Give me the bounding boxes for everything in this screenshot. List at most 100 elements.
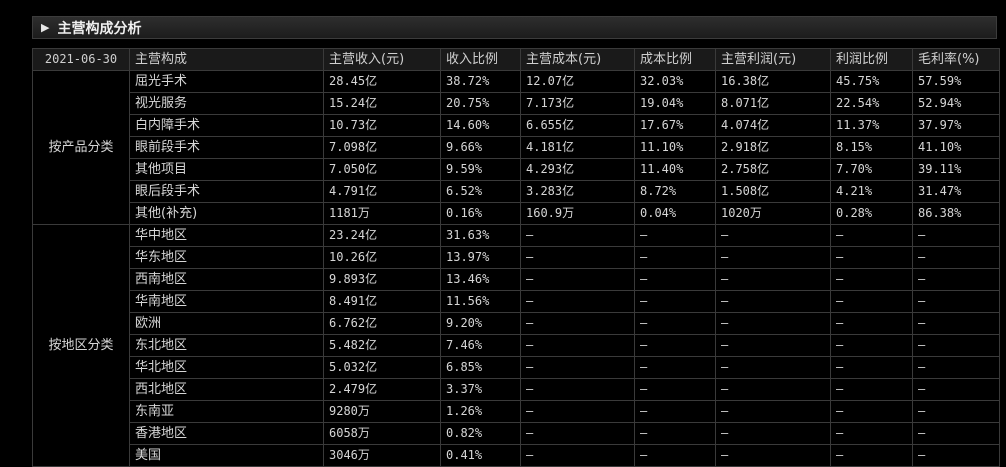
value-cell: 38.72% (440, 70, 521, 93)
value-cell: — (715, 422, 831, 445)
value-cell: 22.54% (830, 92, 913, 115)
value-cell: 0.82% (440, 422, 521, 445)
value-cell: — (912, 290, 1000, 313)
value-cell: — (520, 334, 635, 357)
table-row: 西南地区 9.893亿 13.46% — — — — — (33, 268, 1000, 291)
value-cell: 0.28% (830, 202, 913, 225)
value-cell: 7.098亿 (323, 136, 441, 159)
value-cell: 11.37% (830, 114, 913, 137)
value-cell: 31.47% (912, 180, 1000, 203)
column-header[interactable]: 主营构成 (129, 48, 324, 71)
value-cell: — (715, 400, 831, 423)
value-cell: 1.508亿 (715, 180, 831, 203)
value-cell: 45.75% (830, 70, 913, 93)
column-header[interactable]: 收入比例 (440, 48, 521, 71)
value-cell: — (715, 246, 831, 269)
section-header[interactable]: ▶ 主营构成分析 (32, 16, 997, 39)
value-cell: 10.73亿 (323, 114, 441, 137)
value-cell: — (520, 224, 635, 247)
value-cell: 0.41% (440, 444, 521, 467)
value-cell: 4.21% (830, 180, 913, 203)
value-cell: 7.46% (440, 334, 521, 357)
value-cell: — (912, 378, 1000, 401)
value-cell: 16.38亿 (715, 70, 831, 93)
value-cell: 11.10% (634, 136, 716, 159)
value-cell: — (830, 356, 913, 379)
value-cell: — (634, 246, 716, 269)
value-cell: 39.11% (912, 158, 1000, 181)
table-row: 华南地区 8.491亿 11.56% — — — — — (33, 290, 1000, 313)
segment-name-cell: 其他项目 (129, 158, 324, 181)
value-cell: — (520, 444, 635, 467)
value-cell: 32.03% (634, 70, 716, 93)
value-cell: 4.074亿 (715, 114, 831, 137)
value-cell: 13.46% (440, 268, 521, 291)
value-cell: 86.38% (912, 202, 1000, 225)
value-cell: — (715, 378, 831, 401)
value-cell: 6.762亿 (323, 312, 441, 335)
value-cell: — (912, 268, 1000, 291)
value-cell: 9.66% (440, 136, 521, 159)
value-cell: — (520, 356, 635, 379)
value-cell: 3.283亿 (520, 180, 635, 203)
value-cell: — (830, 268, 913, 291)
value-cell: — (912, 444, 1000, 467)
value-cell: 6.85% (440, 356, 521, 379)
report-date: 2021-06-30 (32, 48, 130, 71)
table-row: 美国 3046万 0.41% — — — — — (33, 444, 1000, 467)
value-cell: — (520, 312, 635, 335)
table-row: 其他(补充) 1181万 0.16% 160.9万 0.04% 1020万 0.28% 86.… (33, 202, 1000, 225)
value-cell: — (520, 422, 635, 445)
value-cell: — (912, 422, 1000, 445)
value-cell: — (830, 246, 913, 269)
column-header[interactable]: 主营成本(元) (520, 48, 635, 71)
table-row: 东南亚 9280万 1.26% — — — — — (33, 400, 1000, 423)
value-cell: 12.07亿 (520, 70, 635, 93)
table-row: 华北地区 5.032亿 6.85% — — — — — (33, 356, 1000, 379)
group-label: 按产品分类 (32, 70, 130, 225)
table-row: 眼前段手术 7.098亿 9.66% 4.181亿 11.10% 2.918亿 8.15% 4… (33, 136, 1000, 159)
value-cell: — (912, 312, 1000, 335)
value-cell: 20.75% (440, 92, 521, 115)
value-cell: — (634, 290, 716, 313)
value-cell: — (634, 356, 716, 379)
value-cell: 1181万 (323, 202, 441, 225)
table-row: 按地区分类 华中地区 23.24亿 31.63% — — — — — (32, 224, 1000, 467)
column-header[interactable]: 毛利率(%) (912, 48, 1000, 71)
segment-name-cell: 美国 (129, 444, 324, 467)
segment-name-cell: 眼前段手术 (129, 136, 324, 159)
value-cell: — (912, 246, 1000, 269)
value-cell: 11.40% (634, 158, 716, 181)
table-row: 眼后段手术 4.791亿 6.52% 3.283亿 8.72% 1.508亿 4.21% 31… (33, 180, 1000, 203)
column-header[interactable]: 利润比例 (830, 48, 913, 71)
segment-name-cell: 西北地区 (129, 378, 324, 401)
column-header[interactable]: 主营收入(元) (323, 48, 441, 71)
value-cell: — (634, 422, 716, 445)
column-header[interactable]: 成本比例 (634, 48, 716, 71)
value-cell: 14.60% (440, 114, 521, 137)
value-cell: 7.70% (830, 158, 913, 181)
value-cell: — (634, 334, 716, 357)
value-cell: 6.52% (440, 180, 521, 203)
value-cell: — (634, 268, 716, 291)
table-row: 欧洲 6.762亿 9.20% — — — — — (33, 312, 1000, 335)
segment-name-cell: 欧洲 (129, 312, 324, 335)
value-cell: — (715, 290, 831, 313)
value-cell: 10.26亿 (323, 246, 441, 269)
value-cell: 9.893亿 (323, 268, 441, 291)
value-cell: 1020万 (715, 202, 831, 225)
value-cell: 2.479亿 (323, 378, 441, 401)
segment-name-cell: 东南亚 (129, 400, 324, 423)
triangle-right-icon[interactable]: ▶ (41, 21, 49, 34)
segment-name-cell: 东北地区 (129, 334, 324, 357)
value-cell: 4.791亿 (323, 180, 441, 203)
value-cell: — (830, 312, 913, 335)
value-cell: — (830, 400, 913, 423)
table-row: 视光服务 15.24亿 20.75% 7.173亿 19.04% 8.071亿 22.54%… (33, 92, 1000, 115)
column-header[interactable]: 主营利润(元) (715, 48, 831, 71)
value-cell: 31.63% (440, 224, 521, 247)
value-cell: — (520, 378, 635, 401)
value-cell: — (715, 334, 831, 357)
segment-name-cell: 白内障手术 (129, 114, 324, 137)
value-cell: 15.24亿 (323, 92, 441, 115)
